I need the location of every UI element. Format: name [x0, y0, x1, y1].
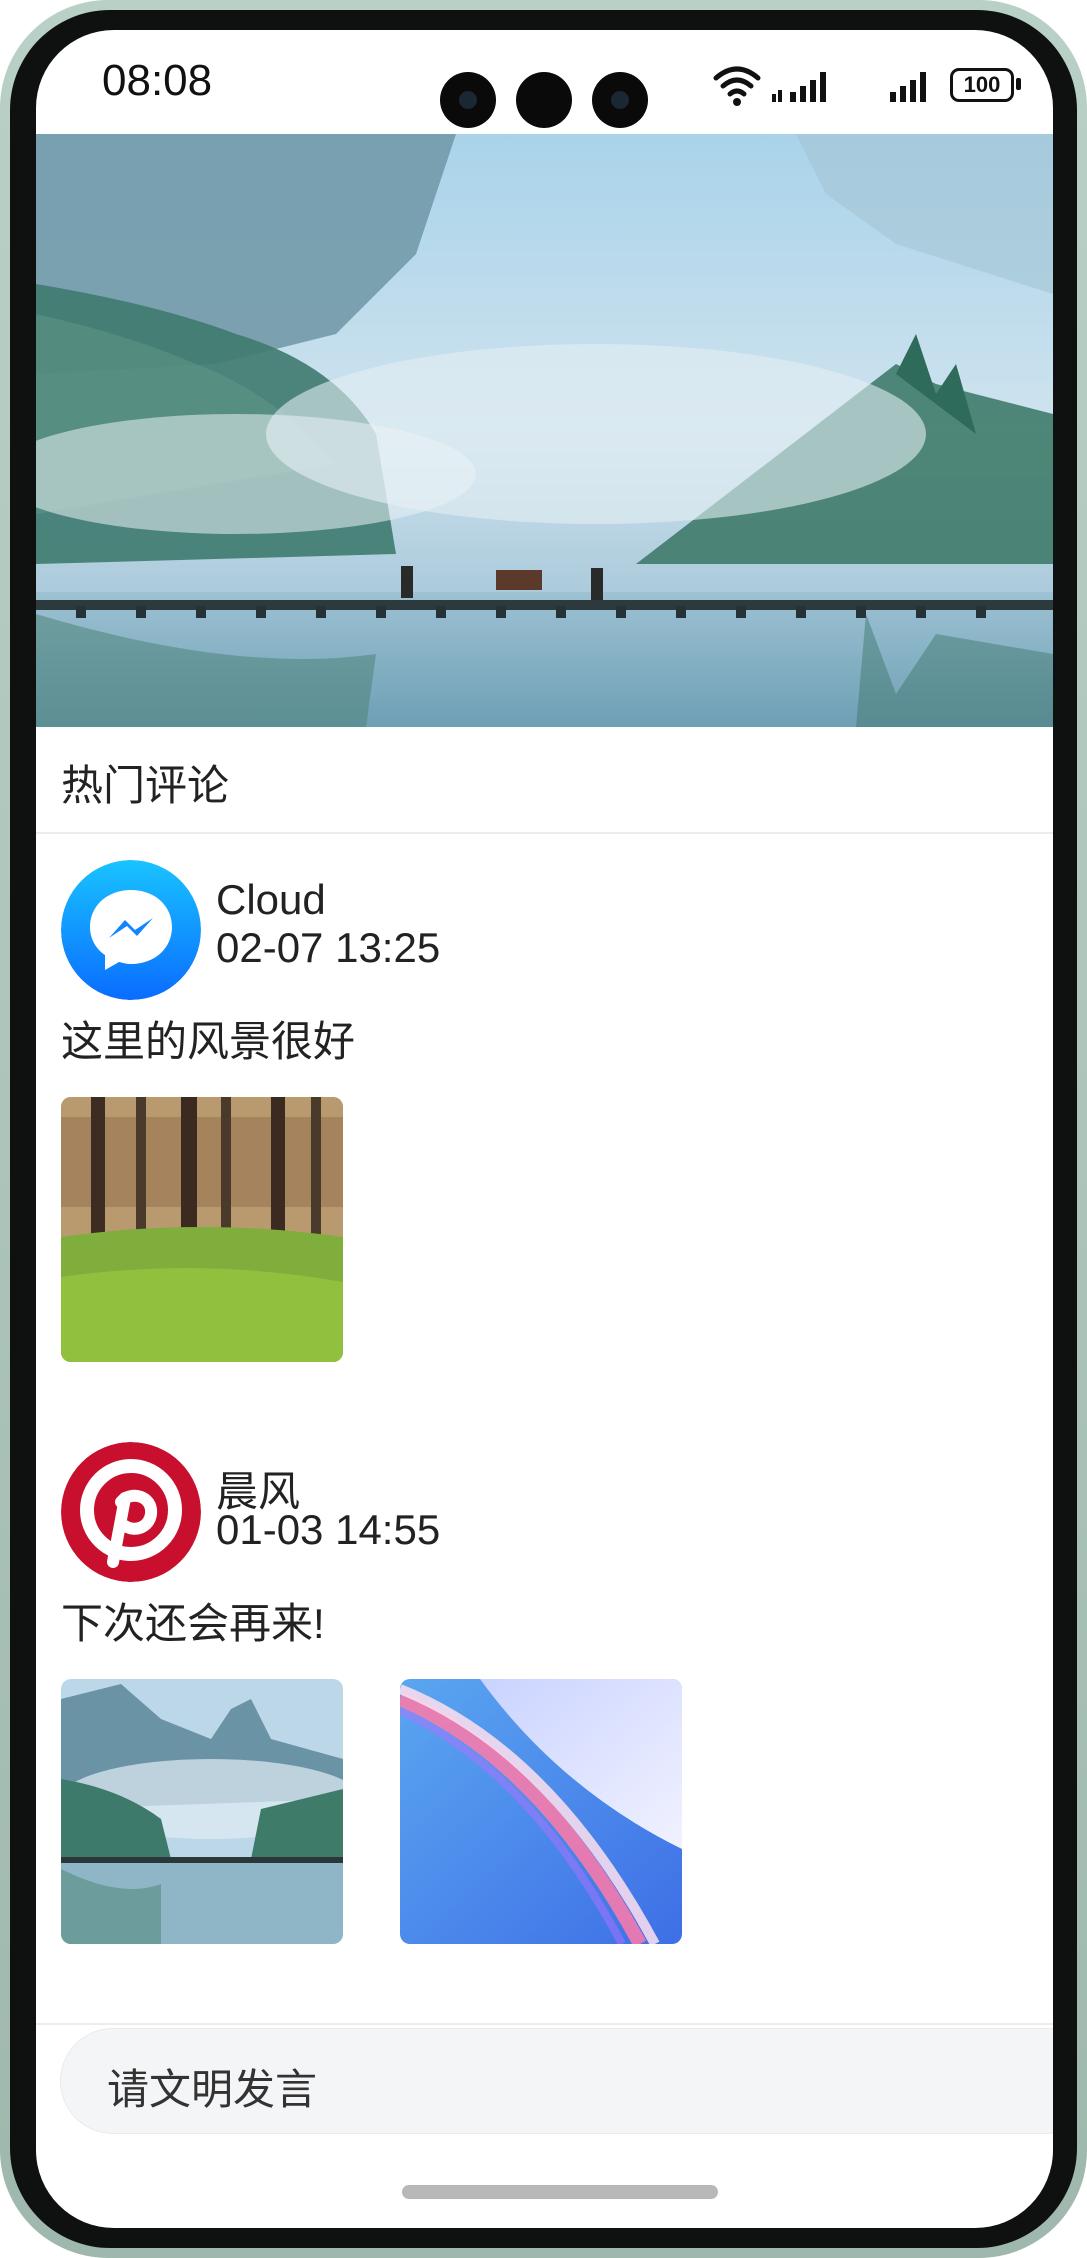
- comment-image-misty-lake[interactable]: [61, 1679, 343, 1944]
- comment-text: 下次还会再来!: [61, 1600, 325, 1647]
- status-bar: 08:08 100: [36, 30, 1053, 134]
- divider: [36, 2023, 1053, 2025]
- screen: 08:08 100 热门评论 Cloud 02-07 13:25 这里的风景很好…: [36, 30, 1053, 2228]
- wifi-icon: [713, 66, 761, 106]
- signal-icon: [772, 72, 826, 102]
- comment-text: 这里的风景很好: [61, 1018, 356, 1065]
- battery-icon: 100: [950, 68, 1014, 102]
- status-icons: 100: [712, 58, 1032, 108]
- comment-username[interactable]: Cloud: [216, 876, 326, 924]
- pinterest-icon[interactable]: [61, 1442, 201, 1582]
- comment-image-abstract[interactable]: [400, 1679, 682, 1944]
- comment-image-forest[interactable]: [61, 1097, 343, 1362]
- status-time: 08:08: [102, 56, 213, 105]
- messenger-icon[interactable]: [61, 860, 201, 1000]
- comment-input-placeholder: 请文明发言: [107, 2066, 318, 2113]
- divider: [36, 832, 1053, 834]
- comment-date: 01-03 14:55: [216, 1506, 441, 1553]
- front-camera-icon: [440, 72, 496, 128]
- comment-date: 02-07 13:25: [216, 924, 441, 971]
- section-title-hot-comments: 热门评论: [61, 762, 230, 809]
- signal-icon: [890, 72, 926, 102]
- comment-input[interactable]: 请文明发言: [60, 2028, 1053, 2134]
- front-camera-icon: [592, 72, 648, 128]
- home-indicator[interactable]: [402, 2185, 718, 2199]
- hero-image: [36, 134, 1053, 727]
- front-sensor-icon: [516, 72, 572, 128]
